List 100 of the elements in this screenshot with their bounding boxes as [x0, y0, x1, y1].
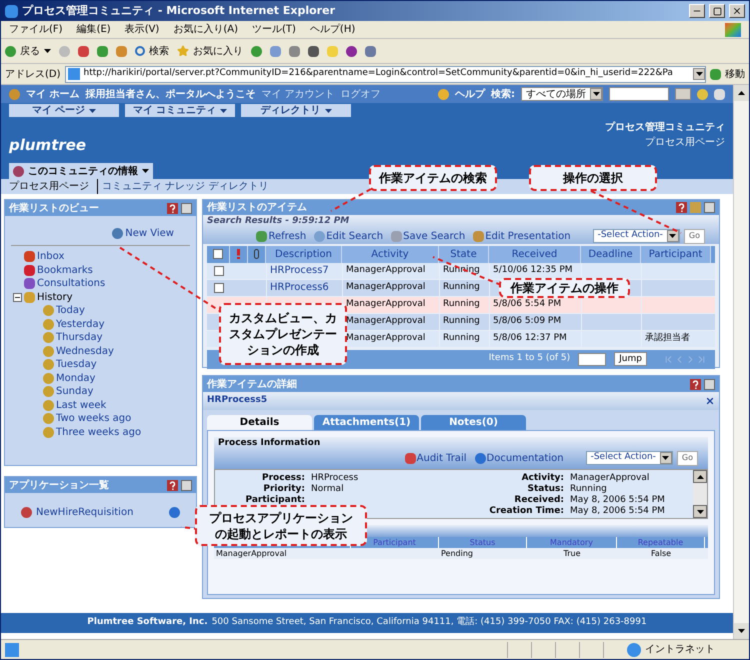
search-field[interactable]	[609, 87, 669, 101]
table-cell-text: ManagerApproval	[215, 548, 288, 559]
address-field[interactable]: http://harikiri/portal/server.pt?CommunityID=216&parentname=Login&control=SetCommunity&parentid=0&in_hi_userid=222&Pa	[64, 66, 706, 82]
toolbar-link[interactable]: Save Search	[391, 228, 466, 244]
app-link[interactable]: NewHireRequisition	[36, 505, 165, 520]
go-button[interactable]: 移動	[710, 66, 745, 82]
caret-icon	[44, 49, 51, 53]
action-select[interactable]: -Select Action-	[586, 451, 673, 465]
close-button[interactable]	[729, 4, 745, 18]
minimize-button[interactable]	[689, 4, 705, 18]
go-button[interactable]: Go	[676, 450, 698, 466]
column-header[interactable]: State	[439, 246, 489, 262]
new-view-link[interactable]: New View	[112, 226, 174, 241]
view-link[interactable]: Inbox	[37, 249, 64, 264]
plumtree-logo: plumtree	[9, 135, 86, 156]
menu-item[interactable]: 編集(E)	[76, 22, 111, 37]
search-label: 検索:	[491, 88, 515, 102]
menu-item[interactable]: ツール(T)	[252, 22, 296, 37]
results-subtitle: Search Results - 9:59:12 PM	[207, 215, 350, 228]
column-header[interactable]: Activity	[342, 246, 439, 262]
nav-menu[interactable]: マイ コミュニティ	[125, 104, 235, 117]
company-name: Plumtree Software, Inc.	[87, 616, 208, 630]
menu-item[interactable]: ファイル(F)	[9, 22, 63, 37]
view-link[interactable]: Bookmarks	[37, 262, 93, 278]
nav-menu[interactable]: ディレクトリ	[241, 104, 351, 117]
toolbar-link[interactable]: Edit Presentation	[473, 228, 571, 244]
row-checkbox[interactable]	[214, 282, 224, 292]
favorites-button[interactable]: お気に入り	[177, 44, 243, 58]
date-range-link[interactable]: Yesterday	[56, 316, 105, 332]
table-cell-text: 承認担当者	[645, 332, 690, 345]
priority-icon	[237, 249, 240, 259]
action-select[interactable]: -Select Action-	[592, 229, 680, 243]
collapse-icon[interactable]	[13, 292, 22, 302]
date-range-link[interactable]: Wednesday	[56, 344, 114, 359]
date-range-link[interactable]: Two weeks ago	[56, 411, 132, 426]
menu-item[interactable]: ヘルプ(H)	[310, 22, 356, 37]
back-button[interactable]: 戻る	[5, 44, 51, 58]
date-range-link[interactable]: Today	[56, 303, 85, 318]
date-range-link[interactable]: Thursday	[56, 330, 102, 346]
jump-button[interactable]: Jump	[614, 352, 647, 366]
tab[interactable]: Attachments(1)	[314, 415, 419, 430]
detail-link[interactable]: Audit Trail	[404, 450, 466, 466]
row-checkbox[interactable]	[214, 266, 224, 276]
community-tab[interactable]: このコミュニティの情報	[9, 163, 153, 179]
portal-link[interactable]: マイ アカウント	[261, 86, 335, 102]
column-header[interactable]: Received	[489, 246, 581, 262]
column-header[interactable]: Participant	[641, 246, 711, 262]
date-range-link[interactable]: Monday	[56, 370, 96, 386]
scope-select[interactable]: すべての場所	[521, 87, 603, 101]
detail-link[interactable]: Documentation	[474, 450, 564, 466]
subnav-link[interactable]: コミュニティ ナレッジ ディレクトリ	[97, 179, 268, 194]
minimize-icon[interactable]	[704, 378, 715, 390]
go-button[interactable]: Go	[684, 228, 705, 244]
welcome-text: 採用担当者さん、ポータルへようこそ	[85, 88, 256, 102]
date-range-link[interactable]: Tuesday	[56, 357, 97, 372]
page-field[interactable]	[578, 352, 606, 366]
minimize-icon[interactable]	[181, 202, 192, 214]
panel-title: アプリケーション一覧	[9, 478, 110, 492]
item-link[interactable]: HRProcess7	[270, 263, 329, 278]
tab[interactable]: Details	[207, 415, 312, 430]
toolbar-link[interactable]: Refresh	[256, 228, 306, 244]
date-range-link[interactable]: Sunday	[56, 384, 94, 400]
maximize-button[interactable]	[709, 4, 725, 18]
portal-link[interactable]: ログオフ	[340, 86, 381, 102]
minimize-icon[interactable]	[181, 480, 192, 490]
table-cell-text: Running	[443, 314, 480, 328]
subnav-link[interactable]: プロセス用ページ	[9, 179, 89, 194]
leader-line	[330, 188, 372, 212]
menu-item[interactable]: お気に入り(A)	[173, 22, 238, 37]
view-link[interactable]: Consultations	[37, 276, 106, 292]
paperclip-icon	[254, 249, 259, 259]
field-value: ManagerApproval	[570, 473, 650, 484]
close-icon[interactable]	[705, 396, 715, 406]
column-header[interactable]: Description	[266, 246, 342, 262]
column-header[interactable]: Deadline	[581, 246, 641, 262]
table-cell-text: ManagerApproval	[346, 264, 426, 277]
field-value: May 8, 2006 5:54 PM	[570, 495, 665, 506]
select-all-checkbox[interactable]	[213, 249, 223, 259]
annotation-tooltip: 作業アイテムの検索	[369, 165, 497, 191]
panel-title: 作業リストのアイテム	[207, 200, 308, 215]
folder-label[interactable]: History	[37, 290, 73, 305]
community-name: プロセス管理コミュニティ	[605, 120, 725, 135]
menu-item[interactable]: 表示(V)	[124, 22, 160, 37]
minimize-icon[interactable]	[704, 202, 715, 213]
tab[interactable]: Notes(0)	[421, 415, 526, 430]
annotation-tooltip: 作業アイテムの操作	[499, 278, 630, 298]
item-link[interactable]: HRProcess6	[270, 280, 329, 295]
toolbar-link[interactable]: Edit Search	[314, 228, 384, 244]
home-link[interactable]: マイ ホーム	[26, 86, 80, 102]
date-range-link[interactable]: Three weeks ago	[56, 424, 142, 440]
help-link[interactable]: ヘルプ	[455, 86, 485, 102]
nav-menu[interactable]: マイ ページ	[9, 104, 119, 117]
field-label: Process:	[261, 473, 305, 484]
date-range-link[interactable]: Last week	[56, 398, 106, 413]
field-label: Creation Time:	[488, 506, 564, 517]
caret-icon	[738, 91, 745, 95]
pager-text: Items 1 to 5 (of 5)	[488, 352, 570, 366]
caret-icon	[142, 169, 149, 173]
table-cell-text: ManagerApproval	[346, 332, 426, 345]
search-button[interactable]: 検索	[135, 44, 169, 58]
